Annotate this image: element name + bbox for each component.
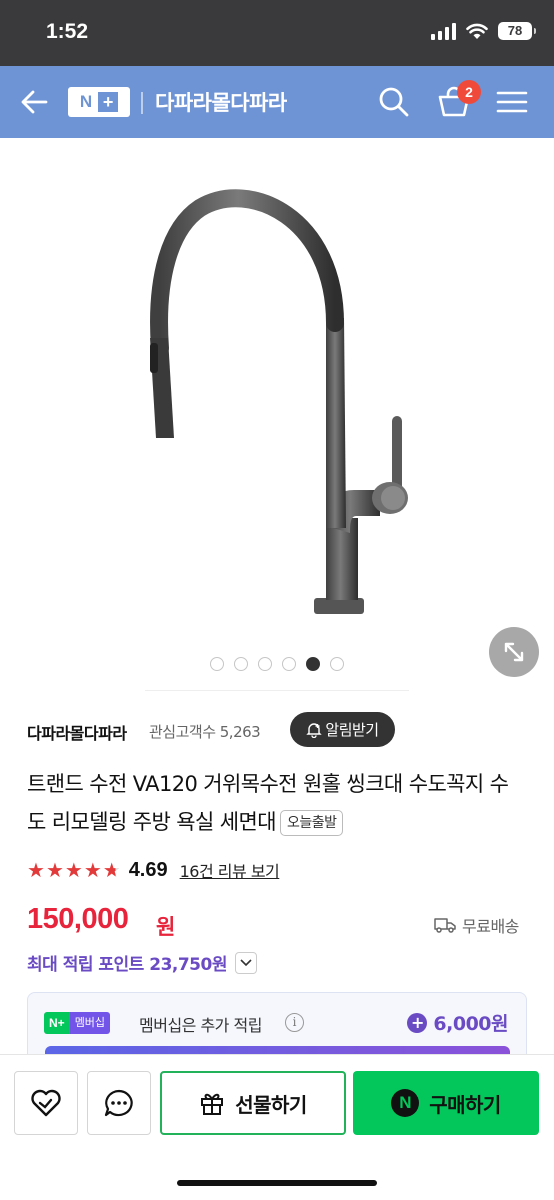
- gallery-dot[interactable]: [282, 657, 296, 671]
- gallery-dot[interactable]: [210, 657, 224, 671]
- home-indicator: [177, 1180, 377, 1186]
- rating-value: 4.69: [128, 858, 168, 881]
- membership-tag-label: 멤버십: [69, 1012, 111, 1034]
- battery-indicator: 78: [498, 22, 536, 40]
- chat-button[interactable]: [87, 1071, 151, 1135]
- back-arrow-icon: [21, 90, 48, 114]
- review-link[interactable]: 16건 리뷰 보기: [180, 858, 280, 882]
- search-button[interactable]: [377, 85, 411, 119]
- bottom-action-bar: 선물하기 N 구매하기: [0, 1054, 554, 1200]
- gift-button[interactable]: 선물하기: [160, 1071, 346, 1135]
- price: 150,000: [27, 903, 129, 935]
- notify-button[interactable]: 알림받기: [290, 712, 395, 747]
- status-bar: 1:52 78: [0, 0, 554, 66]
- membership-tag: N+ 멤버십: [44, 1012, 111, 1034]
- status-time: 1:52: [46, 20, 89, 43]
- membership-points-value: 6,000원: [433, 1013, 508, 1035]
- naver-plus-tag: N+: [44, 1012, 70, 1034]
- top-header: N + 다파라몰다파라 2: [0, 66, 554, 138]
- chat-bubble-icon: [104, 1089, 133, 1117]
- naver-plus-logo[interactable]: N +: [68, 87, 130, 117]
- product-title-text: 트랜드 수전 VA120 거위목수전 원홀 씽크대 수도꼭지 수도 리모델링 주…: [27, 772, 509, 834]
- header-divider: [141, 92, 143, 114]
- truck-icon: [434, 918, 456, 933]
- bell-plus-icon: [306, 722, 323, 738]
- fullscreen-button[interactable]: [489, 627, 539, 677]
- product-title: 트랜드 수전 VA120 거위목수전 원홀 씽크대 수도꼭지 수도 리모델링 주…: [27, 765, 527, 841]
- gallery-dot[interactable]: [258, 657, 272, 671]
- star-rating: ★ ★ ★ ★ ★: [27, 860, 121, 880]
- wifi-icon: [466, 23, 488, 39]
- gift-label: 선물하기: [235, 1092, 307, 1117]
- menu-button[interactable]: [496, 90, 528, 114]
- search-icon: [379, 87, 409, 117]
- star-icon: ★: [83, 858, 102, 882]
- notify-label: 알림받기: [325, 721, 379, 739]
- membership-points: + 6,000원: [407, 1009, 508, 1036]
- naver-pay-icon: N: [391, 1089, 420, 1117]
- chevron-down-icon: [240, 958, 252, 966]
- shipping-label: 무료배송: [462, 917, 519, 936]
- gift-icon: [201, 1093, 224, 1115]
- wishlist-button[interactable]: [14, 1071, 78, 1135]
- gallery-dot[interactable]: [306, 657, 320, 671]
- back-button[interactable]: [18, 86, 52, 118]
- product-image[interactable]: [0, 138, 554, 658]
- gallery-pagination: [210, 657, 344, 671]
- faucet-product-photo: [150, 189, 408, 614]
- menu-icon: [496, 91, 528, 113]
- max-points-row[interactable]: 최대 적립 포인트 23,750원: [27, 950, 257, 975]
- gallery-dot[interactable]: [234, 657, 248, 671]
- today-shipping-badge: 오늘출발: [279, 810, 344, 836]
- plus-circle-icon: +: [407, 1012, 428, 1033]
- membership-text: 멤버십은 추가 적립: [139, 1016, 262, 1035]
- buy-button[interactable]: N 구매하기: [353, 1071, 539, 1135]
- star-icon: ★: [45, 858, 64, 882]
- cart-count-badge: 2: [457, 80, 481, 104]
- rating-row: ★ ★ ★ ★ ★ 4.69 16건 리뷰 보기: [27, 856, 280, 884]
- heart-check-icon: [31, 1089, 61, 1117]
- status-icons: 78: [431, 22, 536, 40]
- star-icon: ★: [64, 858, 83, 882]
- header-store-name[interactable]: 다파라몰다파라: [155, 87, 287, 117]
- logo-letter: N: [79, 92, 93, 111]
- buy-label: 구매하기: [429, 1092, 501, 1117]
- star-icon: ★: [27, 858, 45, 882]
- info-icon[interactable]: i: [285, 1013, 304, 1032]
- gallery-dot[interactable]: [330, 657, 344, 671]
- seller-name[interactable]: 다파라몰다파라: [27, 720, 127, 744]
- max-points-text: 최대 적립 포인트 23,750원: [27, 955, 227, 975]
- star-icon: ★: [102, 858, 121, 882]
- cellular-signal-icon: [431, 22, 456, 40]
- interest-customers: 관심고객수 5,263: [149, 723, 261, 741]
- expand-icon: [504, 642, 524, 662]
- shipping-info: 무료배송: [434, 913, 519, 937]
- points-expand-toggle[interactable]: [234, 951, 257, 974]
- image-divider: [145, 690, 409, 691]
- price-unit: 원: [156, 915, 176, 939]
- logo-plus: +: [98, 92, 119, 112]
